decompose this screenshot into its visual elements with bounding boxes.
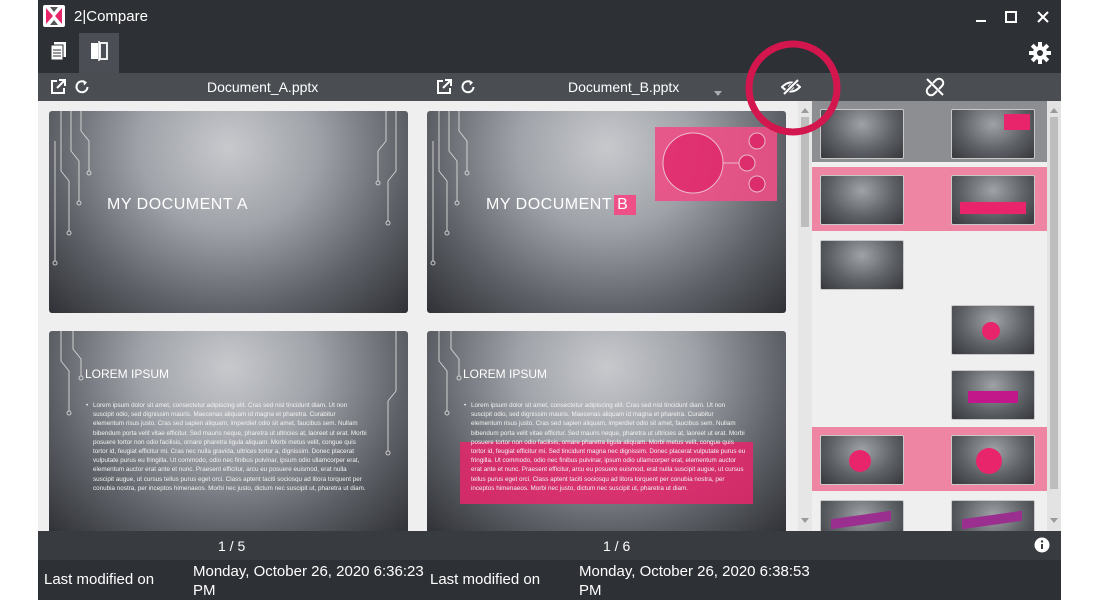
app-logo-icon	[43, 5, 65, 27]
refresh-icon[interactable]	[458, 77, 478, 97]
left-page-number: 1 / 5	[218, 538, 246, 554]
slide-body-text: Lorem ipsum dolor sit amet, consectetur …	[464, 401, 746, 493]
left-document-name[interactable]: Document_A.pptx	[207, 79, 318, 95]
right-modified-label: Last modified on	[430, 571, 541, 588]
thumbnail-scrollbar[interactable]	[1047, 101, 1061, 531]
document-scrollbar[interactable]	[798, 101, 812, 531]
page-indicator-bar: 1 / 5 1 / 6	[38, 531, 1061, 560]
unlink-scroll-icon[interactable]	[925, 77, 945, 97]
open-external-icon[interactable]	[434, 77, 454, 97]
maximize-icon[interactable]	[998, 4, 1024, 30]
app-title: 2|Compare	[74, 8, 148, 25]
circuit-decoration	[375, 111, 397, 226]
open-external-icon[interactable]	[48, 77, 68, 97]
slide-heading: LOREM IPSUM	[463, 367, 548, 381]
slide-title: MY DOCUMENT A	[107, 196, 249, 213]
document-header-bar: Document_A.pptx Document_B.pptx	[38, 73, 1061, 101]
dropdown-icon[interactable]	[714, 84, 722, 96]
close-icon[interactable]	[1030, 4, 1056, 30]
slide-body-text: Lorem ipsum dolor sit amet, consectetur …	[86, 401, 368, 493]
status-bar: Last modified on Monday, October 26, 202…	[38, 560, 1061, 600]
right-page-number: 1 / 6	[603, 538, 631, 554]
tab-compare[interactable]	[79, 33, 119, 73]
thumbnail-b-3[interactable]	[951, 305, 1035, 355]
left-slide-2[interactable]: LOREM IPSUM Lorem ipsum dolor sit amet, …	[49, 331, 408, 531]
title-bar: 2|Compare	[38, 0, 1061, 33]
thumbnail-a-5[interactable]	[820, 435, 904, 485]
thumbnail-a-2[interactable]	[820, 175, 904, 225]
slide-title: MY DOCUMENT B	[486, 195, 637, 215]
left-slide-1[interactable]: MY DOCUMENT A	[49, 111, 408, 313]
thumbnail-b-1[interactable]	[951, 109, 1035, 159]
thumbnail-b-2[interactable]	[951, 175, 1035, 225]
documents-icon	[49, 41, 69, 66]
thumbnail-scrollbar-thumb[interactable]	[1050, 117, 1058, 489]
settings-icon[interactable]	[1029, 42, 1051, 64]
right-document-name[interactable]: Document_B.pptx	[568, 79, 679, 95]
circuit-decoration	[52, 111, 92, 266]
circuit-decoration	[430, 111, 470, 266]
right-slide-2[interactable]: LOREM IPSUM Lorem ipsum dolor sit amet, …	[427, 331, 786, 531]
slide-heading: LOREM IPSUM	[85, 367, 170, 381]
highlight-ring	[743, 38, 843, 138]
minimize-icon[interactable]	[968, 4, 994, 30]
tab-bar	[38, 33, 1061, 73]
tab-documents[interactable]	[39, 33, 79, 73]
thumbnail-b-4[interactable]	[951, 370, 1035, 420]
thumbnail-a-3[interactable]	[820, 240, 904, 290]
document-view[interactable]: MY DOCUMENT A MY DOCUMENT B LOREM IPSUM …	[38, 101, 798, 531]
thumbnail-panel[interactable]	[812, 101, 1047, 531]
left-modified-value: Monday, October 26, 2020 6:36:23 PM	[193, 563, 424, 599]
left-modified-label: Last modified on	[44, 571, 155, 588]
app-window: 2|Compare Document_A.pptx Document_B.ppt…	[38, 0, 1061, 600]
diff-highlight	[655, 127, 777, 201]
thumbnail-b-6[interactable]	[951, 500, 1035, 531]
refresh-icon[interactable]	[72, 77, 92, 97]
info-icon[interactable]	[1034, 537, 1050, 553]
right-slide-1[interactable]: MY DOCUMENT B	[427, 111, 786, 313]
thumbnail-a-6[interactable]	[820, 500, 904, 531]
thumbnail-b-5[interactable]	[951, 435, 1035, 485]
compare-icon	[89, 40, 109, 66]
diff-highlight-suffix: B	[614, 195, 637, 215]
right-modified-value: Monday, October 26, 2020 6:38:53 PM	[579, 563, 810, 599]
